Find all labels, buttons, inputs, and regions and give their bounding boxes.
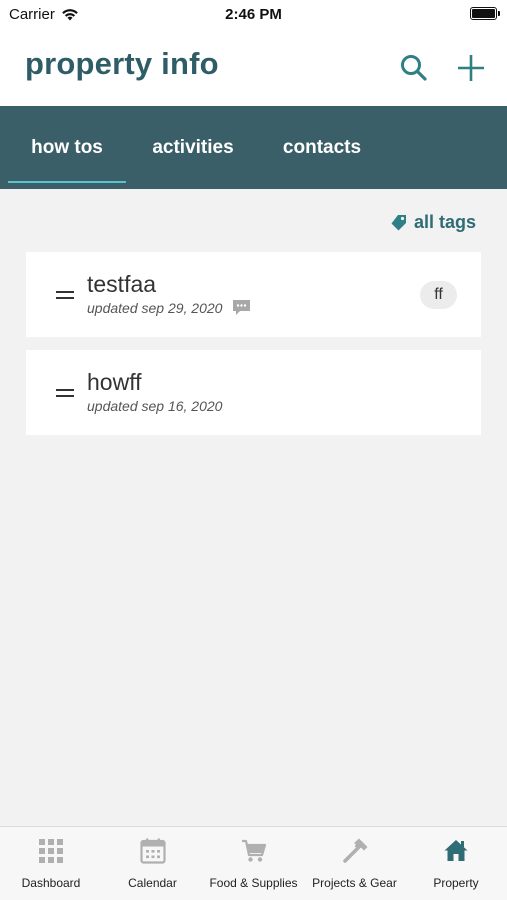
nav-projects-gear[interactable]: Projects & Gear [304,827,405,900]
tab-label: contacts [282,136,362,158]
all-tags-label: all tags [413,212,476,232]
tab-label: activities [152,136,234,158]
nav-label: Property [433,876,479,890]
nav-label: Dashboard [21,876,81,890]
nav-label: Food & Supplies [209,876,298,890]
hammer-icon [342,838,367,863]
tag-icon [391,214,406,230]
comment-icon [233,300,250,315]
tab-label: how tos [31,136,103,158]
nav-property[interactable]: Property [405,827,507,900]
home-icon [444,840,468,861]
drag-handle-icon[interactable] [56,389,74,397]
item-updated: updated sep 16, 2020 [87,398,223,414]
search-icon [401,55,427,81]
tab-contacts[interactable]: contacts [270,106,374,189]
tag-badge[interactable]: ff [420,281,457,309]
nav-label: Calendar [128,876,177,890]
status-bar: Carrier 2:46 PM [0,0,507,28]
page-title: property info [25,46,219,81]
status-time: 2:46 PM [225,6,282,23]
plus-icon [458,55,484,81]
list-item[interactable]: testfaa updated sep 29, 2020 ff [26,252,481,337]
tab-bar: how tos activities contacts [0,106,507,189]
nav-label: Projects & Gear [312,876,397,890]
cart-icon [241,839,266,862]
list-item[interactable]: howff updated sep 16, 2020 [26,350,481,435]
nav-calendar[interactable]: Calendar [102,827,203,900]
bottom-nav: Dashboard Calendar Food & Supplies Proje… [0,826,507,900]
nav-dashboard[interactable]: Dashboard [0,827,102,900]
item-updated: updated sep 29, 2020 [87,300,223,316]
all-tags-filter[interactable]: all tags [390,212,476,233]
grid-icon [39,839,63,863]
nav-food-supplies[interactable]: Food & Supplies [203,827,304,900]
app-header: property info [0,28,507,106]
tab-how-tos[interactable]: how tos [8,106,126,189]
drag-handle-icon[interactable] [56,291,74,299]
battery-icon [470,7,500,20]
calendar-icon [139,838,166,864]
tab-activities[interactable]: activities [138,106,248,189]
add-button[interactable] [455,52,487,84]
item-name: howff [87,369,142,395]
search-button[interactable] [398,52,430,84]
item-name: testfaa [87,271,157,297]
